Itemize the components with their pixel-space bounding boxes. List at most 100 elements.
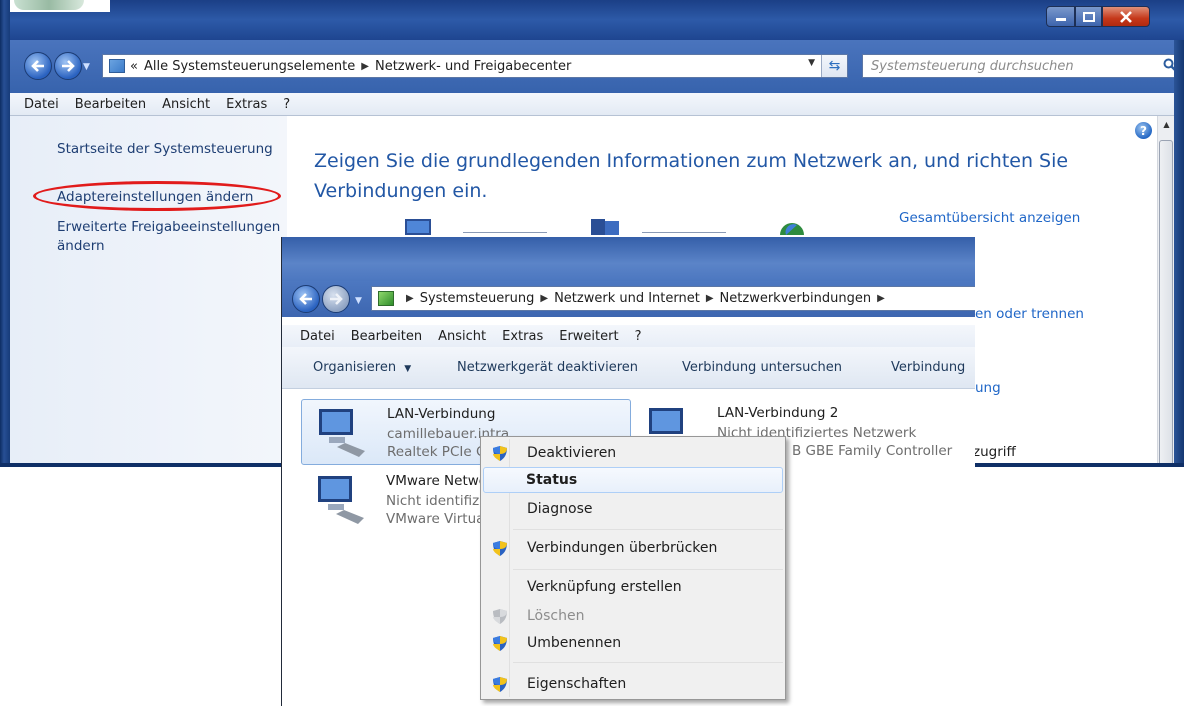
- history-dropdown-icon[interactable]: ▼: [355, 296, 362, 306]
- network-adapter-icon: [319, 409, 365, 457]
- address-dropdown-icon[interactable]: ▼: [808, 58, 815, 68]
- breadcrumb-separator-icon[interactable]: ▶: [406, 293, 414, 304]
- shield-icon: [493, 541, 507, 556]
- menu-item-label: Umbenennen: [527, 635, 622, 651]
- chevron-down-icon: ▼: [404, 364, 412, 374]
- connection-device: VMware Virtua: [386, 511, 485, 527]
- shield-icon: [493, 677, 507, 692]
- menu-edit[interactable]: Bearbeiten: [67, 97, 154, 112]
- breadcrumb-item[interactable]: Netzwerk und Internet: [554, 291, 700, 306]
- sidebar-link-home[interactable]: Startseite der Systemsteuerung: [57, 140, 273, 159]
- network-link-line: [463, 232, 547, 233]
- menu-bar: Datei Bearbeiten Ansicht Extras Erweiter…: [282, 325, 975, 347]
- menu-item-status[interactable]: Status: [483, 467, 783, 493]
- navigation-bar: ▼ « Alle Systemsteuerungselemente ▶ Netz…: [10, 40, 1184, 93]
- history-dropdown-icon[interactable]: ▼: [83, 62, 90, 72]
- connection-button[interactable]: Verbindung: [891, 360, 965, 375]
- connection-network: Nicht identifizi: [386, 493, 483, 509]
- breadcrumb-item[interactable]: Netzwerkverbindungen: [720, 291, 872, 306]
- disable-device-button[interactable]: Netzwerkgerät deaktivieren: [457, 360, 638, 375]
- forward-arrow-icon: [62, 60, 75, 72]
- network-adapter-icon: [318, 476, 364, 524]
- connection-name: VMware Netwo: [386, 473, 488, 489]
- menu-item-create-shortcut[interactable]: Verknüpfung erstellen: [483, 574, 783, 600]
- menu-extras[interactable]: Extras: [218, 97, 275, 112]
- connection-name: LAN-Verbindung: [387, 406, 496, 422]
- sidebar-link-adapter-settings[interactable]: Adaptereinstellungen ändern: [57, 188, 253, 207]
- menu-item-label: Eigenschaften: [527, 676, 627, 692]
- organize-button[interactable]: Organisieren ▼: [313, 360, 411, 375]
- maximize-button[interactable]: [1075, 6, 1102, 27]
- menu-item-delete[interactable]: Löschen: [483, 603, 783, 629]
- address-prefix[interactable]: «: [130, 59, 138, 74]
- menu-advanced[interactable]: Erweitert: [551, 329, 626, 344]
- menu-file[interactable]: Datei: [282, 329, 343, 344]
- minimize-button[interactable]: [1046, 6, 1075, 27]
- connect-disconnect-link[interactable]: en oder trennen: [975, 306, 1084, 322]
- network-link-line: [642, 232, 726, 233]
- access-label: zugriff: [973, 444, 1016, 460]
- scroll-thumb[interactable]: [1159, 140, 1173, 467]
- menu-edit[interactable]: Bearbeiten: [343, 329, 430, 344]
- internet-globe-icon: [780, 223, 804, 235]
- menu-item-rename[interactable]: Umbenennen: [483, 630, 783, 656]
- help-icon[interactable]: ?: [1135, 122, 1152, 139]
- menu-item-label: Verbindungen überbrücken: [527, 540, 718, 556]
- back-arrow-icon: [299, 293, 312, 305]
- menu-view[interactable]: Ansicht: [154, 97, 218, 112]
- close-icon: [1120, 10, 1132, 23]
- sidebar-link-advanced-sharing[interactable]: Erweiterte Freigabeeinstellungen ändern: [57, 218, 287, 256]
- menu-extras[interactable]: Extras: [494, 329, 551, 344]
- context-menu: Deaktivieren Status Diagnose Verbindunge…: [480, 436, 786, 700]
- address-bar[interactable]: ▶ Systemsteuerung ▶ Netzwerk und Interne…: [371, 286, 975, 311]
- setup-connection-link[interactable]: ung: [975, 380, 1001, 396]
- command-bar: Organisieren ▼ Netzwerkgerät deaktiviere…: [282, 347, 975, 389]
- desktop-corner: [0, 0, 110, 12]
- close-button[interactable]: [1102, 6, 1150, 27]
- breadcrumb-item[interactable]: Netzwerk- und Freigabecenter: [375, 59, 571, 74]
- menu-help[interactable]: ?: [627, 329, 650, 344]
- window-border: [0, 0, 10, 467]
- sidebar: Startseite der Systemsteuerung Adapterei…: [10, 116, 287, 467]
- breadcrumb-separator-icon[interactable]: ▶: [877, 293, 885, 304]
- forward-arrow-icon: [330, 293, 343, 305]
- menu-view[interactable]: Ansicht: [430, 329, 494, 344]
- menu-item-bridge-connections[interactable]: Verbindungen überbrücken: [483, 535, 783, 561]
- back-button[interactable]: [292, 285, 320, 313]
- menu-item-properties[interactable]: Eigenschaften: [483, 671, 783, 697]
- breadcrumb-separator-icon[interactable]: ▶: [540, 293, 548, 304]
- refresh-button[interactable]: ⇆: [821, 55, 847, 77]
- forward-button[interactable]: [54, 52, 82, 80]
- vertical-scrollbar[interactable]: ▲: [1157, 116, 1174, 467]
- breadcrumb-item[interactable]: Systemsteuerung: [420, 291, 535, 306]
- title-bar[interactable]: [282, 237, 975, 281]
- network-icon: [591, 219, 619, 235]
- menu-help[interactable]: ?: [275, 97, 298, 112]
- menu-separator: [513, 569, 783, 570]
- scroll-up-icon[interactable]: ▲: [1158, 116, 1175, 133]
- menu-item-label: Verknüpfung erstellen: [527, 579, 682, 595]
- computer-icon: [405, 219, 431, 235]
- address-bar[interactable]: « Alle Systemsteuerungselemente ▶ Netzwe…: [102, 54, 848, 78]
- title-bar[interactable]: [0, 0, 1184, 40]
- forward-button[interactable]: [322, 285, 350, 313]
- window-border: [1174, 40, 1184, 467]
- shield-icon: [493, 446, 507, 461]
- menu-item-diagnose[interactable]: Diagnose: [483, 496, 783, 522]
- menu-item-label: Löschen: [527, 608, 585, 624]
- menu-separator: [513, 662, 783, 663]
- shield-icon-disabled: [493, 609, 507, 624]
- breadcrumb-separator-icon[interactable]: ▶: [706, 293, 714, 304]
- overview-link[interactable]: Gesamtübersicht anzeigen: [899, 210, 1080, 226]
- shield-icon: [493, 636, 507, 651]
- menu-bar: Datei Bearbeiten Ansicht Extras ?: [10, 93, 1184, 116]
- navigation-bar: ▼ ▶ Systemsteuerung ▶ Netzwerk und Inter…: [282, 281, 975, 317]
- menu-file[interactable]: Datei: [10, 97, 67, 112]
- menu-item-deactivate[interactable]: Deaktivieren: [483, 440, 783, 466]
- diagnose-connection-button[interactable]: Verbindung untersuchen: [682, 360, 842, 375]
- breadcrumb-item[interactable]: Alle Systemsteuerungselemente: [144, 59, 355, 74]
- back-arrow-icon: [31, 60, 44, 72]
- search-input[interactable]: Systemsteuerung durchsuchen: [862, 54, 1184, 78]
- breadcrumb-separator-icon[interactable]: ▶: [361, 61, 369, 72]
- back-button[interactable]: [24, 52, 52, 80]
